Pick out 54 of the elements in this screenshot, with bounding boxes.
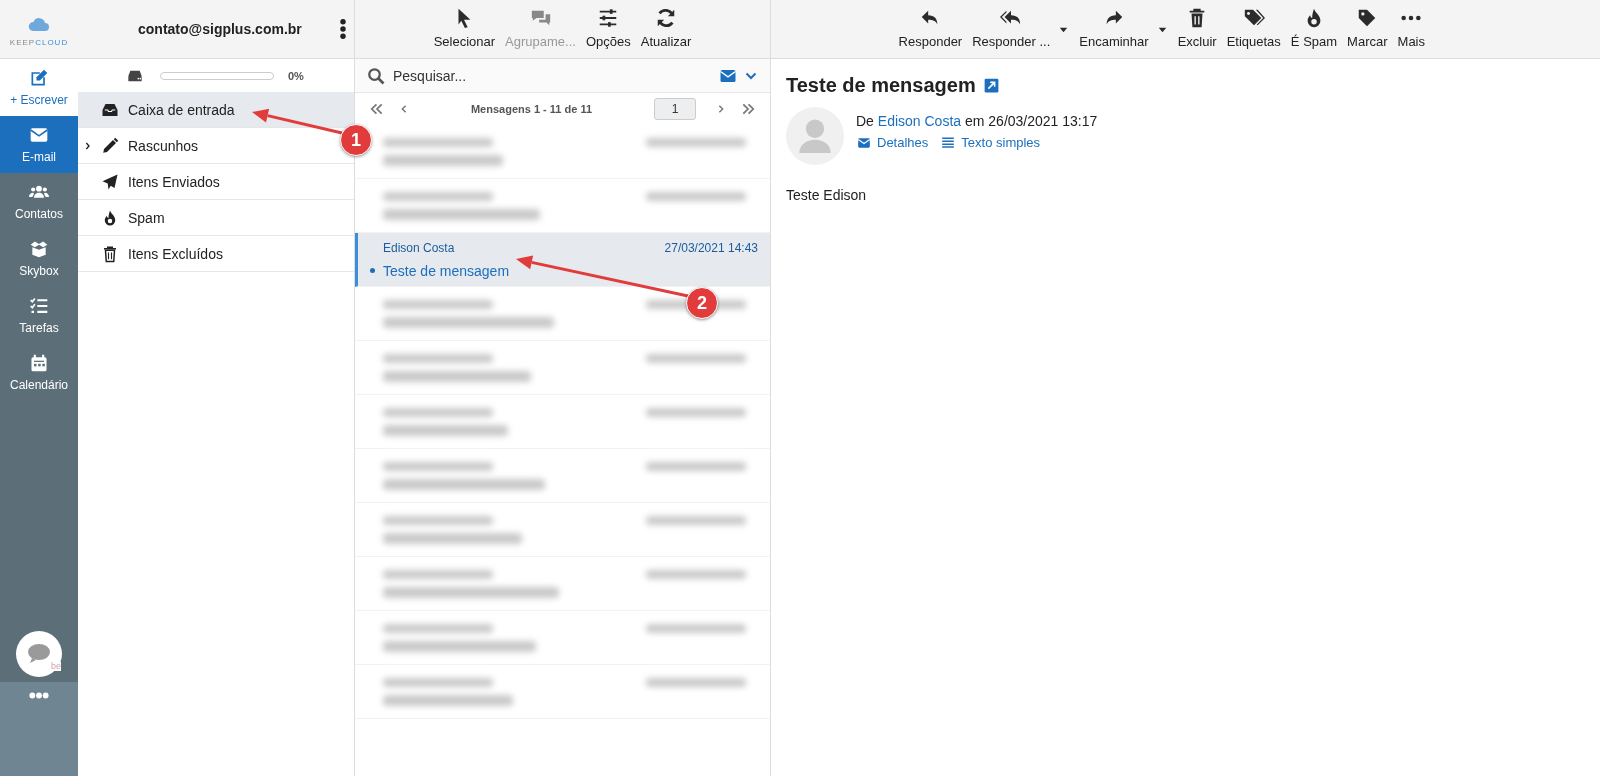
lines-icon — [940, 135, 957, 150]
toolbar-button[interactable]: Selecionar — [428, 7, 501, 49]
search-field[interactable]: Pesquisar... — [391, 66, 712, 85]
speech-bubble-icon — [26, 641, 52, 666]
chat-mark: be — [51, 661, 61, 671]
more-icon — [1400, 14, 1423, 22]
sender-link[interactable]: Edison Costa — [877, 113, 962, 129]
message-row[interactable]: Edison Costa 27/03/2021 14:43 Teste de mensagem — [355, 233, 770, 287]
nav-item[interactable]: E-mail — [0, 116, 78, 173]
search-icon — [367, 66, 385, 85]
message-subject: Teste de mensagem — [383, 262, 511, 279]
paper-plane-icon — [100, 172, 120, 191]
avatar-icon — [786, 107, 844, 165]
header-link[interactable]: Detalhes — [856, 135, 929, 150]
more-options-icon[interactable] — [340, 19, 346, 39]
message-sender: Edison Costa — [383, 240, 455, 255]
toolbar-button[interactable]: Responder — [893, 7, 968, 49]
search-bar[interactable]: Pesquisar... — [355, 59, 770, 93]
toolbar-button[interactable]: É Spam — [1285, 7, 1343, 49]
toolbar-button[interactable]: Mais — [1392, 7, 1430, 49]
last-page-icon[interactable] — [740, 102, 756, 116]
header-link[interactable]: Texto simples — [940, 135, 1041, 150]
compose-button[interactable]: + Escrever — [0, 59, 78, 116]
box-icon — [29, 239, 49, 259]
pencil-icon — [100, 136, 120, 155]
storage-percentage: 0% — [288, 69, 304, 82]
edit-icon — [29, 68, 49, 88]
external-link-icon[interactable] — [983, 78, 999, 93]
account-email: contato@sigplus.com.br — [138, 21, 302, 37]
envelope-icon — [856, 135, 872, 150]
toolbar-button[interactable]: Opções — [580, 7, 636, 49]
toolbar-button[interactable]: Etiquetas — [1221, 7, 1286, 49]
toolbar-button[interactable]: Responder ... — [967, 7, 1075, 49]
caret-icon — [1059, 27, 1069, 33]
message-body: Teste Edison — [786, 187, 868, 203]
toolbar-button[interactable]: Marcar — [1342, 7, 1393, 49]
caret-icon — [1157, 27, 1167, 33]
more-icon[interactable] — [29, 692, 49, 699]
toolbar-button[interactable]: Encaminhar — [1074, 7, 1173, 49]
message-date: 27/03/2021 14:43 — [664, 240, 758, 255]
sender-line: De Edison Costa em 26/03/2021 13:17 — [856, 113, 1098, 129]
envelope-icon — [29, 125, 49, 145]
toolbar-button[interactable]: Excluir — [1172, 7, 1222, 49]
checklist-icon — [29, 296, 49, 316]
logo-text: KEEPCLOUD — [9, 37, 69, 47]
first-page-icon[interactable] — [369, 102, 385, 116]
chevron-icon[interactable] — [84, 140, 92, 151]
folder-item[interactable]: Caixa de entrada — [78, 92, 354, 128]
callout-tooltip: 2 — [686, 287, 718, 319]
calendar-icon — [29, 353, 49, 373]
page-number-field[interactable]: 1 — [654, 98, 696, 120]
message-count: Mensagens 1 - 11 de 11 — [469, 103, 594, 115]
toolbar-button[interactable]: Atualizar — [635, 7, 697, 49]
message-title: Teste de mensagem — [786, 74, 976, 97]
